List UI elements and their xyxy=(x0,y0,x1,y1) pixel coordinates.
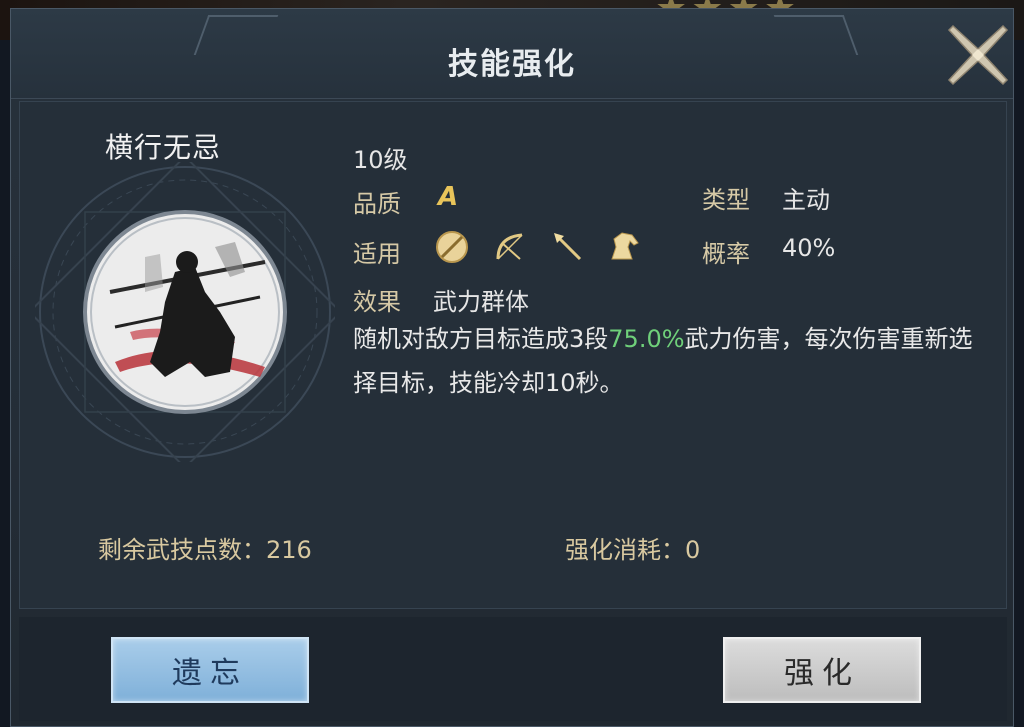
remaining-points-label: 剩余武技点数： xyxy=(98,536,266,564)
quality-value: A xyxy=(438,182,459,212)
dialog-title: 技能强化 xyxy=(448,47,576,82)
damage-percent: 75.0% xyxy=(608,325,685,353)
remaining-points-value: 216 xyxy=(266,536,312,564)
spear-icon xyxy=(554,233,582,261)
horse-icon xyxy=(611,232,639,260)
rate-label: 概率 xyxy=(702,240,750,268)
quality-label: 品质 xyxy=(353,190,401,218)
effect-label: 效果 xyxy=(353,288,401,316)
skill-emblem-icon xyxy=(28,155,342,469)
close-button[interactable] xyxy=(943,17,1013,93)
dialog-header: 技能强化 xyxy=(11,9,1013,99)
type-value: 主动 xyxy=(782,186,830,214)
skill-portrait xyxy=(28,155,342,469)
skill-level: 10级 xyxy=(353,146,408,174)
effect-value: 武力群体 xyxy=(433,288,529,316)
enhance-cost-label: 强化消耗： xyxy=(565,536,685,564)
enhance-cost: 强化消耗：0 xyxy=(565,530,700,565)
forget-button[interactable]: 遗忘 xyxy=(111,637,309,703)
type-label: 类型 xyxy=(702,186,750,214)
rate-value: 40% xyxy=(782,234,836,262)
skill-enhance-dialog: 技能强化 横行无忌 10级 品质 A 类型 主动 适用 概率 40% 效果 武力… xyxy=(10,8,1014,727)
shield-icon xyxy=(436,231,468,263)
apply-label: 适用 xyxy=(353,240,401,268)
enhance-cost-value: 0 xyxy=(685,536,701,564)
skill-description: 随机对敌方目标造成3段75.0%武力伤害，每次伤害重新选择目标，技能冷却10秒。 xyxy=(353,317,993,405)
skill-name: 横行无忌 xyxy=(105,131,222,164)
enhance-button[interactable]: 强化 xyxy=(723,637,921,703)
skill-detail-area: 横行无忌 10级 品质 A 类型 主动 适用 概率 40% 效果 武力群体 随机… xyxy=(19,101,1007,609)
close-icon xyxy=(947,24,1009,86)
bow-icon xyxy=(496,233,523,260)
remaining-points: 剩余武技点数：216 xyxy=(98,530,312,565)
description-prefix: 随机对敌方目标造成3段 xyxy=(353,325,609,353)
